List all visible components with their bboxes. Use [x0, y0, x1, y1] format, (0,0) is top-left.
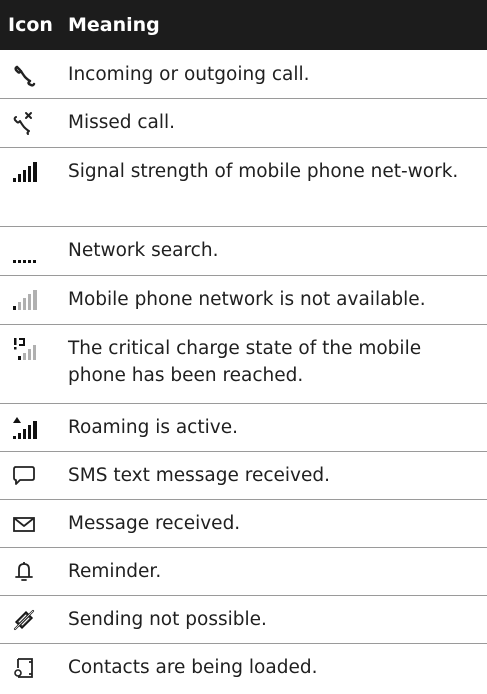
roaming-icon: [0, 414, 68, 441]
phone-call-icon: [0, 61, 68, 88]
row-meaning: SMS text message received.: [68, 465, 330, 486]
icon-meaning-table: Icon Meaning Incoming or outgoing call. …: [0, 0, 487, 694]
row-meaning: Reminder.: [68, 561, 162, 582]
row-meaning: Contacts are being loaded.: [68, 657, 318, 678]
missed-call-icon: [0, 109, 68, 136]
row-meaning: Network search.: [68, 240, 219, 261]
table-row: Missed call.: [0, 99, 487, 148]
network-unavailable-icon: [0, 286, 68, 313]
contacts-loading-icon: [0, 654, 68, 681]
sending-not-possible-icon: [0, 606, 68, 633]
table-row: Roaming is active.: [0, 404, 487, 452]
table-row: The critical charge state of the mobile …: [0, 325, 487, 404]
table-row: Network search.: [0, 227, 487, 276]
table-row: Contacts are being loaded.: [0, 644, 487, 694]
row-meaning: Missed call.: [68, 112, 176, 133]
table-row: Reminder.: [0, 548, 487, 596]
table-row: Signal strength of mobile phone net-work…: [0, 148, 487, 227]
column-header-icon: Icon: [8, 14, 53, 36]
low-battery-signal-icon: [0, 335, 68, 362]
bell-icon: [0, 558, 68, 585]
envelope-icon: [0, 510, 68, 537]
row-meaning: Incoming or outgoing call.: [68, 64, 310, 85]
signal-strength-icon: [0, 158, 68, 185]
table-header: Icon Meaning: [0, 0, 487, 50]
row-meaning: Mobile phone network is not available.: [68, 289, 426, 310]
network-search-icon: [0, 237, 68, 264]
table-row: Sending not possible.: [0, 596, 487, 644]
table-row: Mobile phone network is not available.: [0, 276, 487, 325]
row-meaning: Message received.: [68, 513, 241, 534]
sms-icon: [0, 462, 68, 489]
column-header-meaning: Meaning: [68, 14, 160, 36]
table-row: Message received.: [0, 500, 487, 548]
row-meaning: Signal strength of mobile phone net-work…: [68, 161, 459, 182]
row-meaning: The critical charge state of the mobile …: [68, 338, 422, 386]
row-meaning: Sending not possible.: [68, 609, 267, 630]
table-row: SMS text message received.: [0, 452, 487, 500]
row-meaning: Roaming is active.: [68, 417, 238, 438]
table-row: Incoming or outgoing call.: [0, 50, 487, 99]
